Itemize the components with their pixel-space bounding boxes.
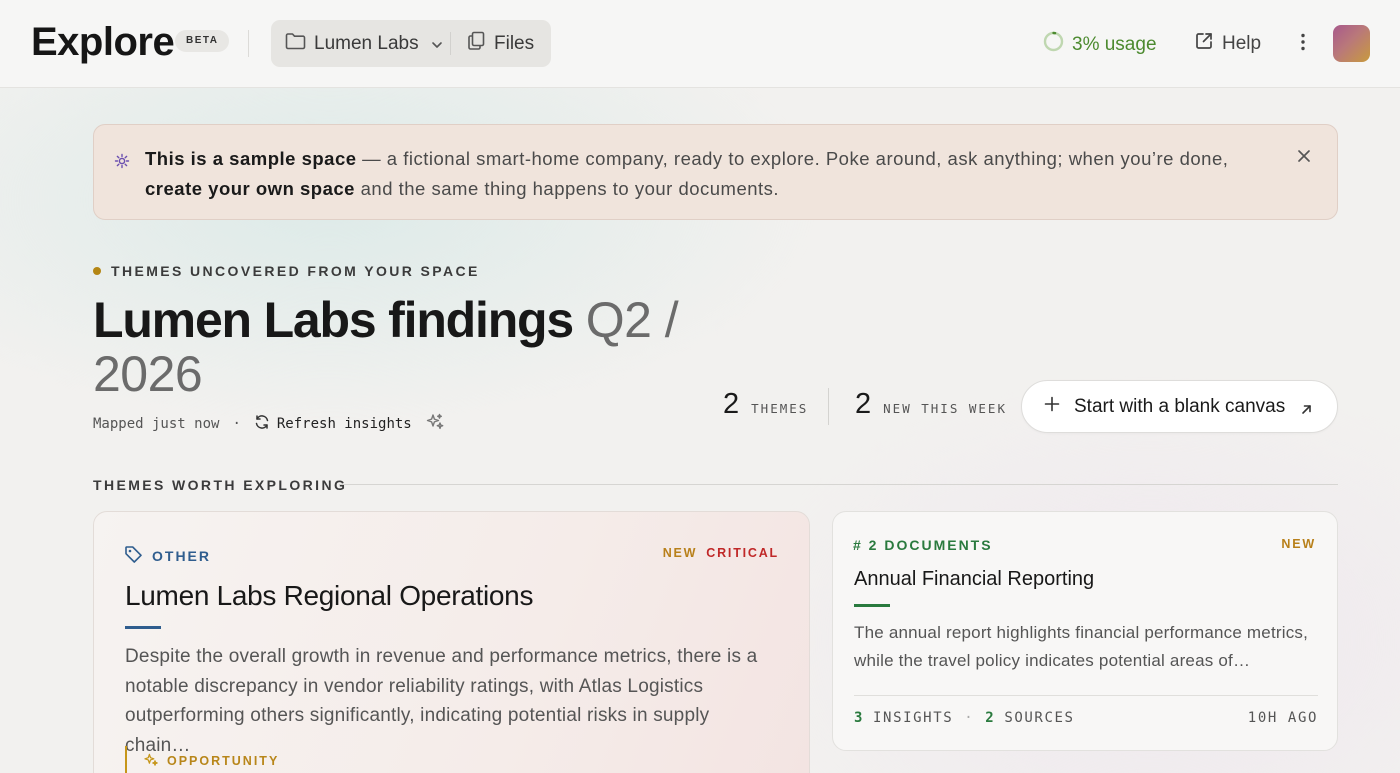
sources-label: SOURCES (1004, 710, 1075, 726)
sparkle-icon (114, 153, 130, 174)
files-button[interactable]: Files (467, 20, 534, 67)
sample-space-banner: This is a sample space — a fictional sma… (93, 124, 1338, 220)
stats-divider (828, 388, 829, 425)
usage-ring-icon (1043, 31, 1064, 58)
new-this-week-stat: 2 NEW THIS WEEK (855, 388, 1007, 421)
footer-separator: · (964, 710, 975, 726)
ai-sparkle-icon (425, 412, 445, 436)
close-icon (1295, 150, 1313, 169)
themes-stat: 2 THEMES (723, 388, 808, 421)
page-title: Explore (31, 20, 175, 64)
top-bar: Explore BETA Lumen Labs Files 3% usage H… (0, 0, 1400, 88)
card-footer: 3 INSIGHTS · 2 SOURCES 10H AGO (854, 710, 1318, 726)
help-label: Help (1222, 33, 1262, 54)
beta-badge: BETA (175, 30, 230, 52)
card-footer-divider (854, 695, 1318, 696)
blank-canvas-label: Start with a blank canvas (1074, 395, 1286, 417)
card-title: Lumen Labs Regional Operations (125, 580, 534, 611)
opportunity-sparkle-icon (143, 752, 159, 771)
arrow-up-right-icon (1300, 400, 1313, 422)
tag-icon (124, 545, 143, 567)
themes-count: 2 (723, 388, 740, 420)
new-label: NEW THIS WEEK (883, 401, 1007, 416)
files-label: Files (494, 32, 535, 54)
more-menu-button[interactable] (1293, 32, 1313, 56)
themes-eyebrow: THEMES UNCOVERED FROM YOUR SPACE (93, 263, 480, 279)
critical-badge: CRITICAL (706, 546, 779, 560)
status-dot (93, 267, 101, 275)
eyebrow-text: THEMES UNCOVERED FROM YOUR SPACE (111, 263, 480, 279)
theme-card-regional-operations[interactable]: OTHER NEW CRITICAL Lumen Labs Regional O… (93, 511, 810, 773)
title-main: Lumen Labs findings (93, 292, 574, 348)
context-switcher: Lumen Labs Files (271, 20, 551, 67)
updated-time: 10H AGO (1247, 710, 1318, 726)
findings-title: Lumen Labs findings Q2 / 2026 (93, 293, 693, 401)
themes-label: THEMES (751, 401, 809, 416)
blank-canvas-button[interactable]: Start with a blank canvas (1021, 380, 1338, 433)
context-divider (450, 32, 451, 55)
banner-text-mid: — a fictional smart-home company, ready … (356, 148, 1229, 169)
banner-bold-lead: This is a sample space (145, 148, 357, 169)
opportunity-label: OPPORTUNITY (125, 746, 279, 773)
insight-type: OPPORTUNITY (167, 754, 280, 768)
theme-card-annual-financial-reporting[interactable]: # 2 DOCUMENTS NEW Annual Financial Repor… (832, 511, 1338, 751)
dismiss-banner-button[interactable] (1295, 147, 1313, 165)
kebab-icon (1301, 33, 1305, 56)
mapped-time: Mapped just now (93, 416, 220, 432)
refresh-insights-button[interactable]: Refresh insights (254, 414, 412, 434)
new-badge: NEW (1281, 537, 1316, 551)
insights-label: INSIGHTS (873, 710, 954, 726)
usage-label: 3% usage (1072, 33, 1157, 55)
files-icon (467, 31, 486, 57)
plus-icon (1044, 396, 1060, 418)
card-badges: NEW CRITICAL (663, 546, 779, 560)
banner-text-end: and the same thing happens to your docum… (354, 178, 780, 199)
new-count: 2 (855, 388, 872, 420)
meta-separator: · (232, 416, 241, 432)
theme-category: OTHER (124, 545, 211, 567)
chevron-down-icon (431, 33, 443, 55)
card-accent-rule (125, 626, 161, 629)
banner-message: This is a sample space — a fictional sma… (145, 144, 1255, 204)
card-title: Annual Financial Reporting (854, 568, 1095, 590)
folder-icon (285, 32, 306, 56)
header-divider (248, 30, 249, 57)
create-space-link[interactable]: create your own space (145, 178, 355, 199)
help-link[interactable]: Help (1194, 31, 1261, 57)
external-link-icon (1194, 31, 1214, 57)
category-label: OTHER (152, 548, 211, 564)
usage-indicator[interactable]: 3% usage (1043, 31, 1157, 58)
card-description: Despite the overall growth in revenue an… (125, 646, 758, 756)
document-count-tag: # 2 DOCUMENTS (853, 537, 993, 553)
insights-count: 3 (854, 710, 865, 726)
sources-count: 2 (985, 710, 996, 726)
workspace-name: Lumen Labs (314, 32, 419, 54)
card-accent-rule (854, 604, 890, 607)
card-description: The annual report highlights financial p… (854, 623, 1309, 670)
section-label: THEMES WORTH EXPLORING (93, 477, 348, 493)
section-rule (339, 484, 1338, 485)
workspace-selector[interactable]: Lumen Labs (285, 20, 443, 67)
new-badge: NEW (662, 546, 698, 560)
refresh-icon (254, 414, 270, 434)
refresh-label: Refresh insights (276, 416, 412, 432)
avatar[interactable] (1333, 25, 1370, 62)
mapping-meta: Mapped just now · Refresh insights (93, 412, 445, 436)
